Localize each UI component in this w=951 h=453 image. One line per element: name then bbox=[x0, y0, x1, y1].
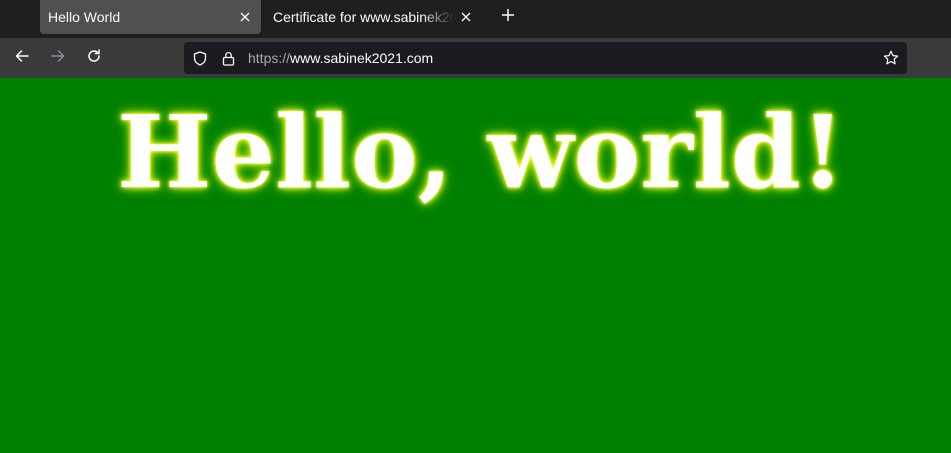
url-host: www.sabinek2021.com bbox=[290, 50, 434, 66]
page-content: Hello, world! bbox=[0, 78, 951, 453]
plus-icon bbox=[501, 8, 515, 27]
forward-button[interactable] bbox=[44, 46, 72, 70]
url-scheme: https:// bbox=[248, 50, 291, 66]
page-heading: Hello, world! bbox=[117, 93, 845, 211]
url-text[interactable]: https://www.sabinek2021.com bbox=[248, 50, 433, 66]
tab-strip: Hello World Certificate for www.sabinek2… bbox=[0, 0, 951, 38]
close-icon[interactable] bbox=[233, 5, 257, 29]
star-icon[interactable] bbox=[883, 50, 899, 66]
address-bar[interactable]: https://www.sabinek2021.com bbox=[184, 42, 907, 74]
close-icon[interactable] bbox=[454, 5, 478, 29]
back-button[interactable] bbox=[8, 46, 36, 70]
reload-button[interactable] bbox=[80, 46, 108, 70]
tab-title: Hello World bbox=[48, 9, 121, 25]
arrow-right-icon bbox=[50, 48, 66, 69]
tab-hello-world[interactable]: Hello World bbox=[40, 0, 261, 34]
reload-icon bbox=[86, 48, 102, 69]
new-tab-button[interactable] bbox=[496, 5, 520, 29]
arrow-left-icon bbox=[14, 48, 30, 69]
lock-icon[interactable] bbox=[220, 50, 236, 66]
shield-icon[interactable] bbox=[192, 50, 208, 66]
tab-title: Certificate for www.sabinek2021.com bbox=[273, 9, 454, 25]
tab-certificate[interactable]: Certificate for www.sabinek2021.com bbox=[265, 0, 482, 34]
